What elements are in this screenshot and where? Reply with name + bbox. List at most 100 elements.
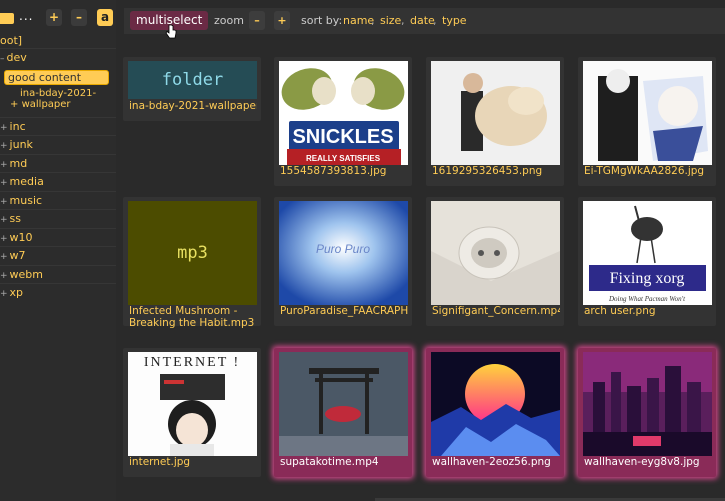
anime-image-icon: [583, 61, 712, 165]
tree-item-w7[interactable]: + w7: [0, 247, 116, 266]
sort-by-name[interactable]: name: [343, 14, 374, 27]
tree-item-label: xp: [9, 286, 24, 299]
file-type-label: mp3: [177, 243, 208, 263]
file-name: arch user.png: [584, 305, 656, 317]
file-card[interactable]: Fixing xorg Doing What Pacman Won't arch…: [578, 197, 716, 326]
tree-item-label: ina-bday-2021-: [20, 87, 97, 99]
sidebar: ... + – a oot] – dev good content ina-bda…: [0, 0, 116, 501]
file-card[interactable]: Puro Puro PuroParadise_FAACRAPHICS_1152x…: [274, 197, 412, 326]
tree-item-label: w7: [9, 249, 26, 262]
image-thumbnail: [583, 352, 712, 456]
thumb-subtext: REALLY SATISFIES: [306, 154, 381, 163]
hand-cursor-icon: [165, 24, 177, 39]
expand-icon[interactable]: +: [0, 234, 8, 244]
expand-icon[interactable]: +: [0, 123, 8, 133]
file-name: wallhaven-eyg8v8.jpg: [584, 456, 700, 468]
file-card[interactable]: 1619295326453.png: [426, 57, 564, 186]
file-type-label: folder: [161, 70, 224, 90]
file-card[interactable]: Ei-TGMgWkAA2826.jpg: [578, 57, 716, 186]
expand-icon[interactable]: +: [0, 178, 8, 188]
video-thumbnail: [431, 201, 560, 305]
tree-item-dev[interactable]: – dev: [0, 49, 116, 68]
expand-icon[interactable]: +: [0, 215, 8, 225]
tree-item-good-content[interactable]: good content: [0, 69, 116, 85]
file-card[interactable]: SNICKLES REALLY SATISFIES 1554587393813.…: [274, 57, 412, 186]
zoom-in-button[interactable]: +: [274, 11, 290, 30]
image-thumbnail: Puro Puro: [279, 201, 408, 305]
file-card[interactable]: INTERNET ! internet.jpg: [123, 348, 261, 477]
file-name: 1619295326453.png: [432, 165, 543, 177]
expand-icon[interactable]: +: [0, 141, 8, 151]
file-card-selected[interactable]: wallhaven-2eoz56.png: [426, 348, 564, 477]
separator: ,: [433, 14, 437, 27]
tree-item-label: webm: [9, 267, 44, 281]
sort-by-size[interactable]: size: [380, 14, 401, 27]
expand-icon[interactable]: –: [0, 54, 5, 64]
file-card[interactable]: mp3 Infected Mushroom - Breaking the Hab…: [123, 197, 261, 329]
tree-item-label: ss: [9, 212, 22, 225]
folder-tree: oot] – dev good content ina-bday-2021- + …: [0, 34, 116, 303]
outlet-image-icon: [431, 201, 560, 305]
synthwave-image-icon: [431, 352, 560, 456]
photo-image-icon: [431, 61, 560, 165]
expand-all-button[interactable]: +: [46, 9, 62, 26]
file-card-selected[interactable]: wallhaven-eyg8v8.jpg: [578, 348, 716, 477]
tree-item-label: inc: [9, 119, 26, 133]
expand-icon[interactable]: +: [10, 99, 18, 110]
tree-item-label-cont: wallpaper: [21, 98, 71, 110]
tree-item-ss[interactable]: + ss: [0, 210, 116, 229]
tree-item-inc[interactable]: + inc: [0, 118, 116, 136]
tree-item-webm[interactable]: + webm: [0, 266, 116, 284]
image-thumbnail: INTERNET !: [128, 352, 257, 456]
audio-thumbnail: mp3: [128, 201, 257, 305]
tree-item-w10[interactable]: + w10: [0, 229, 116, 247]
tree-item-junk[interactable]: + junk: [0, 136, 116, 155]
tree-item-xp[interactable]: + xp: [0, 284, 116, 303]
zoom-out-button[interactable]: –: [249, 11, 265, 30]
file-card-folder[interactable]: folder ina-bday-2021-wallpaper: [123, 57, 261, 121]
tree-item-label: md: [9, 156, 28, 170]
sort-label: sort by:: [301, 14, 343, 27]
ostrich-image-icon: Fixing xorg Doing What Pacman Won't: [583, 201, 712, 305]
sort-by-date[interactable]: date: [410, 14, 435, 27]
file-name: wallhaven-2eoz56.png: [432, 456, 551, 468]
folder-icon[interactable]: [0, 13, 14, 24]
tree-item-media[interactable]: + media: [0, 173, 116, 192]
sidebar-path-dots[interactable]: ...: [19, 9, 33, 23]
image-thumbnail: [431, 352, 560, 456]
tree-mode-button[interactable]: a: [97, 9, 113, 26]
tree-item-ina-bday-2021-wallpaper[interactable]: ina-bday-2021- + wallpaper: [0, 88, 116, 118]
file-name: Signifigant_Concern.mp4: [432, 305, 560, 317]
file-card-selected[interactable]: supatakotime.mp4: [274, 348, 412, 477]
thumb-text: INTERNET !: [144, 355, 240, 370]
tree-item-label: junk: [9, 138, 33, 151]
file-card[interactable]: Signifigant_Concern.mp4: [426, 197, 564, 326]
sort-by-type[interactable]: type: [442, 14, 467, 27]
expand-icon[interactable]: +: [0, 197, 8, 207]
image-thumbnail: [431, 61, 560, 165]
sidebar-toolbar: ... + – a: [0, 0, 116, 34]
expand-icon[interactable]: +: [0, 252, 8, 262]
expand-icon[interactable]: +: [0, 160, 8, 170]
image-thumbnail: Fixing xorg Doing What Pacman Won't: [583, 201, 712, 305]
file-name: Infected Mushroom - Breaking the Habit.m…: [129, 305, 255, 329]
tree-item-label: music: [9, 193, 43, 207]
snickles-image-icon: SNICKLES REALLY SATISFIES: [279, 61, 408, 165]
internet-image-icon: INTERNET !: [128, 352, 257, 456]
file-name: PuroParadise_FAACRAPHICS_1152x864.jpg: [280, 305, 408, 317]
thumb-text: Puro Puro: [316, 242, 370, 256]
video-thumbnail: [279, 352, 408, 456]
file-name: 1554587393813.jpg: [280, 165, 387, 177]
collapse-all-button[interactable]: –: [71, 9, 87, 26]
folder-thumbnail: folder: [128, 61, 257, 99]
city-night-image-icon: [583, 352, 712, 456]
separator: ,: [401, 14, 405, 27]
file-name: supatakotime.mp4: [280, 456, 379, 468]
tree-item-label: media: [9, 175, 44, 188]
tree-item-md[interactable]: + md: [0, 155, 116, 173]
tree-root[interactable]: oot]: [0, 34, 116, 49]
tree-item-label: dev: [6, 51, 27, 64]
expand-icon[interactable]: +: [0, 289, 8, 299]
expand-icon[interactable]: +: [0, 271, 8, 281]
tree-item-music[interactable]: + music: [0, 192, 116, 210]
